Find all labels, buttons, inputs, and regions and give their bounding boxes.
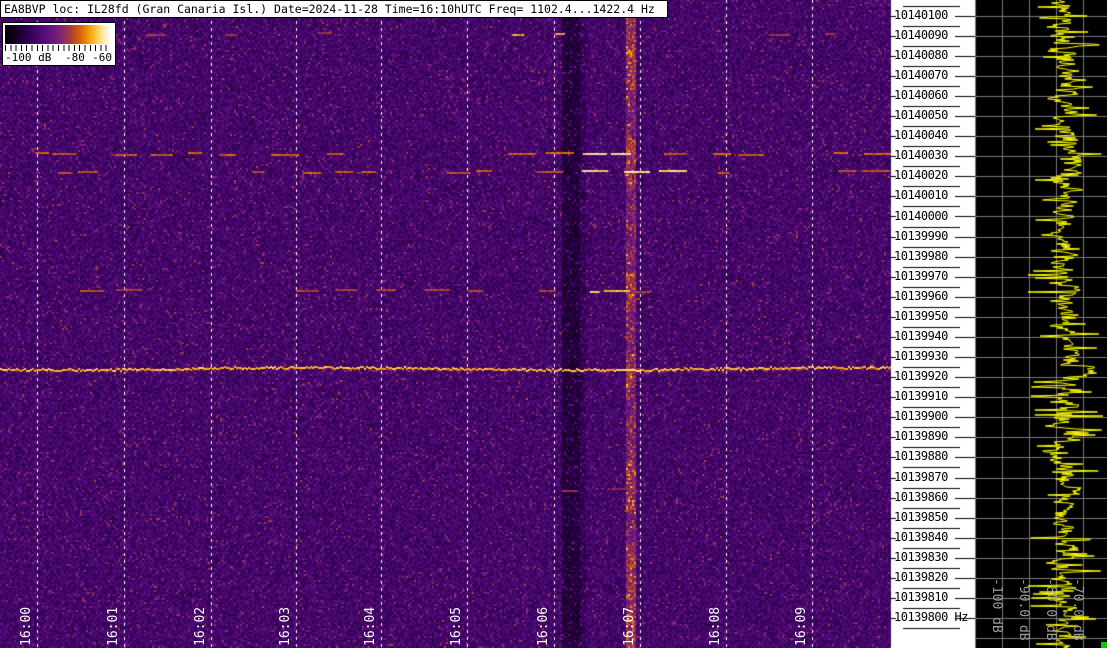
freq-label: 10140000 — [894, 208, 948, 223]
colorbar-legend: -100 dB -80 -60 — [2, 22, 116, 66]
freq-label: 10140030 — [894, 148, 948, 163]
time-label: 16:08 — [708, 606, 723, 646]
freq-label: 10139940 — [894, 328, 948, 343]
time-label: 16:05 — [449, 606, 464, 646]
freq-label: 10140010 — [894, 188, 948, 203]
freq-label: 10139980 — [894, 248, 948, 263]
freq-label: 10139820 — [894, 569, 948, 584]
freq-label: 10140100 — [894, 7, 948, 22]
colorbar-label-min: -100 dB — [5, 51, 52, 64]
time-label: 16:00 — [19, 606, 34, 646]
freq-label: 10139830 — [894, 549, 948, 564]
freq-label: 10140070 — [894, 67, 948, 82]
colorbar-label-mid: -80 — [65, 51, 85, 64]
freq-label: 10139890 — [894, 429, 948, 444]
freq-label: 10139880 — [894, 449, 948, 464]
time-label: 16:03 — [278, 606, 293, 646]
freq-label: 10139950 — [894, 308, 948, 323]
time-label: 16:02 — [193, 606, 208, 646]
colorbar-labels: -100 dB -80 -60 — [3, 51, 115, 64]
freq-label: 10139990 — [894, 228, 948, 243]
db-label: -90.0 dB — [1016, 578, 1031, 641]
freq-label: 10140020 — [894, 168, 948, 183]
freq-label: 10139860 — [894, 489, 948, 504]
time-label: 16:07 — [622, 606, 637, 646]
time-label: 16:04 — [363, 606, 378, 646]
freq-label: 10140050 — [894, 108, 948, 123]
db-label: -100 dB — [989, 578, 1004, 633]
freq-label: 10139960 — [894, 288, 948, 303]
freq-label: 10139800 Hz — [894, 610, 968, 625]
freq-label: 10139840 — [894, 529, 948, 544]
freq-label: 10140080 — [894, 47, 948, 62]
db-label: -70.0 dB — [1070, 578, 1085, 641]
freq-label: 10140040 — [894, 128, 948, 143]
colorbar-label-max: -60 — [92, 51, 112, 64]
freq-label: 10139850 — [894, 509, 948, 524]
db-label: -80.0 dB — [1043, 578, 1058, 641]
freq-label: 10139900 — [894, 409, 948, 424]
freq-label: 10140090 — [894, 27, 948, 42]
time-label: 16:01 — [106, 606, 121, 646]
time-label: 16:06 — [536, 606, 551, 646]
freq-label: 10139920 — [894, 369, 948, 384]
freq-label: 10139970 — [894, 268, 948, 283]
freq-label: 10139870 — [894, 469, 948, 484]
freq-label: 10139930 — [894, 349, 948, 364]
resize-grip[interactable] — [1101, 642, 1107, 648]
colorbar-gradient — [5, 25, 111, 44]
freq-label: 10140060 — [894, 88, 948, 103]
freq-label: 10139810 — [894, 590, 948, 605]
title-bar: EA8BVP loc: IL28fd (Gran Canaria Isl.) D… — [0, 0, 668, 18]
spectrum-lab-window: EA8BVP loc: IL28fd (Gran Canaria Isl.) D… — [0, 0, 1107, 648]
freq-label: 10139910 — [894, 389, 948, 404]
time-label: 16:09 — [794, 606, 809, 646]
